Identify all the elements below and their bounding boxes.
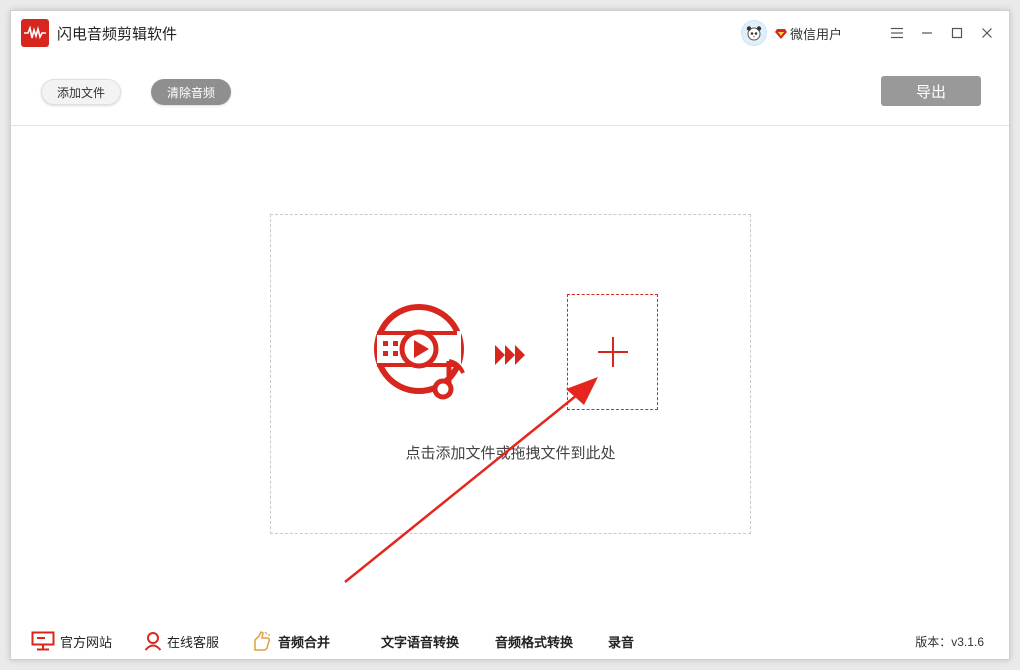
user-name[interactable]: 微信用户 bbox=[790, 24, 842, 43]
drop-hint-text: 点击添加文件或拖拽文件到此处 bbox=[405, 445, 616, 462]
toolbar: 添加文件 清除音频 导出 bbox=[11, 55, 1009, 126]
add-file-box[interactable] bbox=[567, 294, 658, 410]
version-label: 版本：v3.1.6 bbox=[915, 634, 984, 649]
footer-bar: 官方网站 在线客服 音频合并 文字语音转换 音频格式转换 录音 版本：v3.1.… bbox=[11, 622, 1009, 660]
plus-icon bbox=[597, 337, 628, 367]
website-label[interactable]: 官方网站 bbox=[60, 632, 112, 651]
title-bar: 闪电音频剪辑软件 微信用户 bbox=[11, 11, 1009, 55]
website-link[interactable]: 官方网站 bbox=[31, 622, 112, 660]
app-window: 闪电音频剪辑软件 微信用户 添加文件 清除音频 导出 点击添加文件或拖拽文件到此… bbox=[10, 10, 1010, 660]
format-convert-link[interactable]: 音频格式转换 bbox=[495, 622, 573, 660]
app-title: 闪电音频剪辑软件 bbox=[57, 26, 178, 43]
close-icon[interactable] bbox=[975, 21, 999, 45]
diamond-icon bbox=[775, 27, 787, 39]
menu-icon[interactable] bbox=[885, 21, 909, 45]
hand-icon bbox=[254, 630, 271, 651]
online-support-link[interactable]: 在线客服 bbox=[144, 622, 219, 660]
add-file-button[interactable]: 添加文件 bbox=[41, 79, 121, 105]
minimize-icon[interactable] bbox=[915, 21, 939, 45]
export-button[interactable]: 导出 bbox=[881, 76, 981, 106]
clear-audio-button[interactable]: 清除音频 bbox=[151, 79, 231, 105]
tts-link[interactable]: 文字语音转换 bbox=[381, 622, 459, 660]
music-play-icon bbox=[373, 303, 473, 408]
monitor-icon bbox=[31, 631, 55, 651]
support-label[interactable]: 在线客服 bbox=[167, 632, 219, 651]
forward-arrows-icon bbox=[495, 343, 527, 372]
merge-label[interactable]: 音频合并 bbox=[278, 632, 330, 651]
file-drop-zone[interactable]: 点击添加文件或拖拽文件到此处 bbox=[270, 214, 751, 534]
record-link[interactable]: 录音 bbox=[608, 622, 634, 660]
panda-avatar-icon[interactable] bbox=[741, 20, 767, 46]
user-icon bbox=[144, 632, 162, 651]
audio-merge-link[interactable]: 音频合并 bbox=[251, 622, 330, 660]
waveform-icon bbox=[21, 19, 49, 47]
maximize-icon[interactable] bbox=[945, 21, 969, 45]
user-area[interactable]: 微信用户 bbox=[741, 20, 842, 46]
